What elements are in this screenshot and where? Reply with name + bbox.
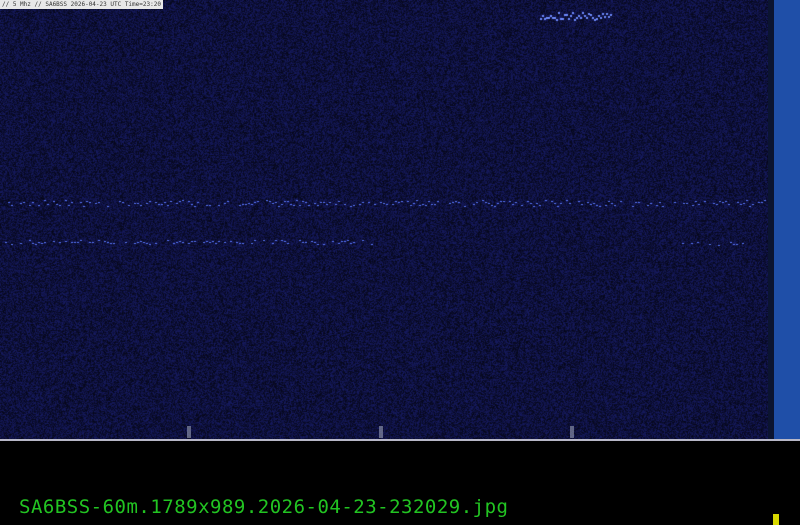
filename-label: SA6BSS-60m.1789x989.2026-04-23-232029.jp… (19, 496, 509, 518)
header-label: // 5 Mhz // SA6BSS 2026-04-23 UTC Time=2… (0, 0, 163, 9)
frequency-tick-mark (187, 426, 191, 438)
terminal-cursor (773, 514, 779, 525)
baseline-divider (0, 439, 800, 441)
frequency-tick-mark (570, 426, 574, 438)
scale-edge (768, 0, 774, 440)
waterfall-spectrogram (0, 0, 768, 440)
time-scale-strip (768, 0, 800, 440)
frequency-tick-mark (379, 426, 383, 438)
